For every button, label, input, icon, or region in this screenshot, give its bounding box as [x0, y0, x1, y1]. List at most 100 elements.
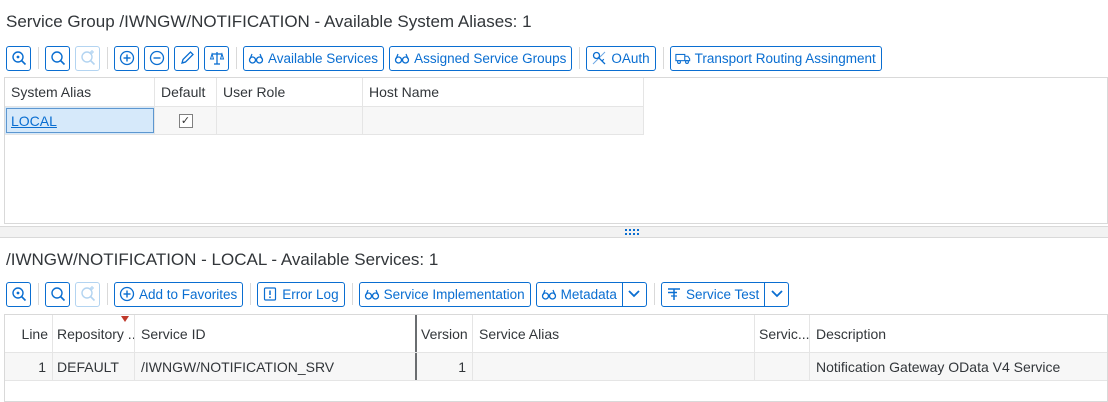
- toolbar-separator: [38, 47, 39, 69]
- available-services-table: Line Repository ... Service ID Version S…: [4, 314, 1108, 402]
- default-cell: ✓: [155, 107, 217, 134]
- service-test-label: Service Test: [685, 286, 760, 302]
- details-button[interactable]: [6, 45, 31, 71]
- oauth-label: OAuth: [611, 50, 650, 66]
- search-icon: [50, 50, 66, 66]
- system-alias-cell[interactable]: LOCAL: [5, 107, 155, 134]
- repository-cell[interactable]: DEFAULT: [53, 353, 135, 380]
- service-id-cell[interactable]: /IWNGW/NOTIFICATION_SRV: [135, 353, 417, 380]
- column-header-system-alias[interactable]: System Alias: [5, 78, 155, 106]
- toolbar-separator: [38, 283, 39, 305]
- column-header-host-name[interactable]: Host Name: [363, 78, 644, 106]
- splitter-grip-icon[interactable]: [624, 228, 640, 236]
- service-alias-cell[interactable]: [473, 353, 755, 380]
- oauth-button[interactable]: OAuth: [586, 45, 656, 71]
- default-checkbox[interactable]: ✓: [178, 113, 193, 128]
- find-button[interactable]: [45, 45, 70, 71]
- toolbar-separator: [107, 283, 108, 305]
- service-test-icon: [666, 286, 682, 302]
- glasses-icon: [248, 50, 264, 66]
- system-aliases-title: Service Group /IWNGW/NOTIFICATION - Avai…: [6, 12, 532, 31]
- zoom-details-icon: [11, 286, 27, 302]
- error-log-label: Error Log: [282, 286, 339, 302]
- error-log-icon: [262, 286, 278, 302]
- chevron-down-icon: [628, 290, 641, 298]
- add-to-favorites-label: Add to Favorites: [139, 286, 238, 302]
- column-header-service-alias[interactable]: Service Alias: [473, 315, 755, 352]
- minus-circle-icon: [149, 50, 165, 66]
- system-aliases-toolbar: Available Services Assigned Service Grou…: [6, 45, 887, 71]
- compare-button[interactable]: [204, 45, 229, 71]
- system-alias-link[interactable]: LOCAL: [11, 113, 57, 129]
- host-name-cell[interactable]: [363, 107, 644, 134]
- column-header-service[interactable]: Servic...: [755, 315, 810, 352]
- assigned-service-groups-button[interactable]: Assigned Service Groups: [389, 45, 573, 71]
- transport-routing-button[interactable]: Transport Routing Assingment: [669, 45, 882, 71]
- details-button[interactable]: [6, 281, 31, 307]
- transport-routing-label: Transport Routing Assingment: [694, 50, 876, 66]
- edit-button[interactable]: [174, 45, 199, 71]
- toolbar-separator: [579, 47, 581, 69]
- column-header-service-id[interactable]: Service ID: [135, 315, 417, 352]
- table-header-row: Line Repository ... Service ID Version S…: [5, 315, 1107, 353]
- metadata-split-button: Metadata: [535, 281, 647, 307]
- remove-button[interactable]: [144, 45, 169, 71]
- available-services-title: /IWNGW/NOTIFICATION - LOCAL - Available …: [6, 250, 439, 269]
- line-cell[interactable]: 1: [5, 353, 53, 380]
- glasses-icon: [541, 286, 557, 302]
- available-services-toolbar: Add to Favorites Error Log Service Imple…: [6, 281, 794, 307]
- version-cell[interactable]: 1: [417, 353, 473, 380]
- system-aliases-table: System Alias Default User Role Host Name…: [4, 77, 1108, 224]
- metadata-button[interactable]: Metadata: [537, 283, 622, 306]
- metadata-label: Metadata: [560, 286, 617, 302]
- available-services-panel: /IWNGW/NOTIFICATION - LOCAL - Available …: [0, 238, 1108, 402]
- glasses-icon: [394, 50, 410, 66]
- service-test-split-button: Service Test: [660, 281, 790, 307]
- table-header-row: System Alias Default User Role Host Name: [5, 78, 644, 107]
- find-button[interactable]: [45, 281, 70, 307]
- oauth-key-icon: [591, 50, 607, 66]
- find-next-button[interactable]: [75, 45, 100, 71]
- system-aliases-panel: Service Group /IWNGW/NOTIFICATION - Avai…: [0, 0, 1108, 226]
- search-next-icon: [80, 286, 96, 302]
- column-header-repository-label: Repository ...: [57, 325, 135, 342]
- plus-circle-icon: [119, 50, 135, 66]
- add-to-favorites-button[interactable]: Add to Favorites: [114, 281, 244, 307]
- service-test-button[interactable]: Service Test: [662, 283, 764, 306]
- service-implementation-button[interactable]: Service Implementation: [358, 281, 531, 307]
- table-row[interactable]: 1 DEFAULT /IWNGW/NOTIFICATION_SRV 1 Noti…: [5, 353, 1107, 381]
- assigned-service-groups-label: Assigned Service Groups: [414, 50, 567, 66]
- search-next-icon: [80, 50, 96, 66]
- balance-scale-icon: [209, 50, 225, 66]
- zoom-details-icon: [11, 50, 27, 66]
- service-test-dropdown-arrow[interactable]: [764, 282, 788, 306]
- panel-splitter[interactable]: [0, 226, 1108, 238]
- column-header-line[interactable]: Line: [5, 315, 53, 352]
- toolbar-separator: [236, 47, 237, 69]
- error-log-button[interactable]: Error Log: [257, 281, 345, 307]
- toolbar-separator: [107, 47, 108, 69]
- metadata-dropdown-arrow[interactable]: [621, 282, 646, 306]
- user-role-cell[interactable]: [217, 107, 363, 134]
- toolbar-separator: [351, 283, 353, 305]
- column-header-description[interactable]: Description: [810, 315, 1107, 352]
- search-icon: [50, 286, 66, 302]
- available-services-button[interactable]: Available Services: [243, 45, 385, 71]
- pencil-icon: [179, 50, 195, 66]
- column-header-user-role[interactable]: User Role: [217, 78, 363, 106]
- truck-icon: [675, 50, 691, 66]
- available-services-label: Available Services: [268, 50, 379, 66]
- find-next-button[interactable]: [75, 281, 100, 307]
- chevron-down-icon: [771, 290, 783, 298]
- toolbar-separator: [250, 283, 252, 305]
- glasses-icon: [364, 286, 380, 302]
- add-button[interactable]: [114, 45, 139, 71]
- service-cell[interactable]: [755, 353, 810, 380]
- column-header-default[interactable]: Default: [155, 78, 217, 106]
- table-row[interactable]: LOCAL ✓: [5, 107, 644, 135]
- plus-circle-icon: [119, 286, 135, 302]
- column-header-version[interactable]: Version: [417, 315, 473, 352]
- toolbar-separator: [653, 283, 655, 305]
- service-implementation-label: Service Implementation: [383, 286, 525, 302]
- description-cell[interactable]: Notification Gateway OData V4 Service: [810, 353, 1107, 380]
